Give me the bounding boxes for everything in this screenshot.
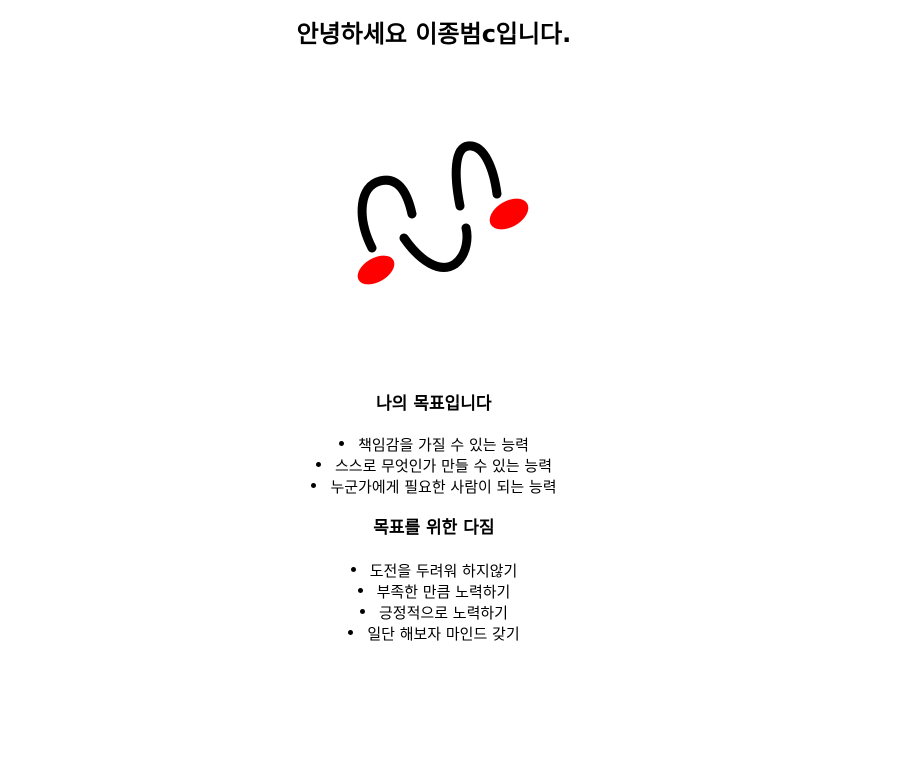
logo-center-smile <box>399 223 472 272</box>
list-item: 누군가에게 필요한 사람이 되는 능력 <box>0 477 868 498</box>
list-item: 일단 해보자 마인드 갖기 <box>0 624 868 645</box>
resolution-item-label: 긍정적으로 노력하기 <box>379 604 508 622</box>
goal-item-label: 스스로 무엇인가 만들 수 있는 능력 <box>334 457 553 475</box>
resolutions-heading: 목표를 위한 다짐 <box>373 518 495 538</box>
resolution-item-label: 도전을 두려워 하지않기 <box>369 562 518 580</box>
bullet-icon <box>360 609 365 614</box>
bullet-icon <box>311 483 317 488</box>
logo-right-loop <box>451 141 502 211</box>
page-title: 안녕하세요 이종범c입니다. <box>296 20 572 48</box>
goal-item-label: 누군가에게 필요한 사람이 되는 능력 <box>330 478 557 496</box>
list-item: 부족한 만큼 노력하기 <box>0 582 868 603</box>
bullet-icon <box>339 441 345 446</box>
list-item: 스스로 무엇인가 만들 수 있는 능력 <box>0 456 868 477</box>
bullet-icon <box>348 630 354 635</box>
logo-left-cheek <box>357 255 395 285</box>
list-item: 도전을 두려워 하지않기 <box>0 561 868 582</box>
goal-item-label: 책임감을 가질 수 있는 능력 <box>358 436 529 454</box>
resolutions-list: 도전을 두려워 하지않기 부족한 만큼 노력하기 긍정적으로 노력하기 일단 해… <box>0 561 868 645</box>
list-item: 긍정적으로 노력하기 <box>0 603 868 624</box>
smile-logo-icon <box>357 141 529 285</box>
bullet-icon <box>357 588 363 593</box>
resolution-item-label: 부족한 만큼 노력하기 <box>376 583 511 601</box>
resolution-item-label: 일단 해보자 마인드 갖기 <box>367 625 520 643</box>
goals-heading: 나의 목표입니다 <box>376 394 492 414</box>
bullet-icon <box>315 462 321 467</box>
bullet-icon <box>350 567 356 572</box>
list-item: 책임감을 가질 수 있는 능력 <box>0 435 868 456</box>
goals-list: 책임감을 가질 수 있는 능력 스스로 무엇인가 만들 수 있는 능력 누군가에… <box>0 435 868 498</box>
logo-right-cheek <box>489 198 529 230</box>
